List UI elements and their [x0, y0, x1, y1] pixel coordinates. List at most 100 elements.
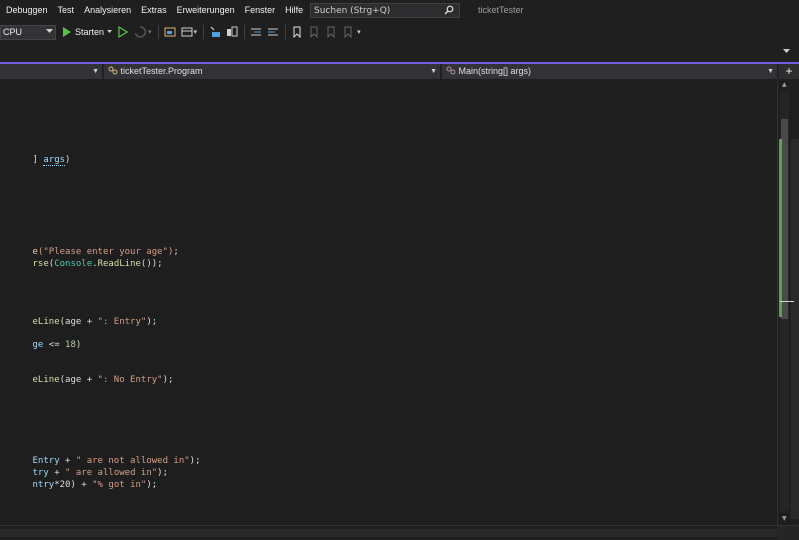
menu-help[interactable]: Hilfe	[280, 0, 308, 21]
code-line: e("Please enter your age");	[0, 234, 179, 257]
toolbar-separator	[244, 25, 246, 39]
class-name: ticketTester.Program	[120, 66, 203, 76]
code-token: Console	[54, 259, 93, 269]
code-token: *20) +	[54, 480, 93, 490]
code-token: ]	[32, 155, 44, 165]
toolbar-overflow-icon[interactable]: ▾	[357, 28, 361, 36]
code-editor[interactable]: ] args) e("Please enter your age"); rse(…	[0, 79, 777, 525]
next-bookmark-icon[interactable]	[325, 26, 337, 38]
split-editor-button[interactable]: +	[779, 64, 799, 79]
code-token: ReadLine	[97, 259, 141, 269]
uncomment-lines-icon[interactable]	[267, 26, 279, 38]
chevron-down-icon	[46, 28, 53, 33]
chevron-down-icon: ▼	[92, 68, 99, 75]
clear-bookmarks-icon[interactable]	[342, 26, 354, 38]
code-token: eLine	[32, 317, 60, 327]
code-token: )	[65, 155, 71, 165]
toolbar-separator	[157, 25, 159, 39]
document-tab-strip	[0, 43, 799, 62]
menu-extensions[interactable]: Erweiterungen	[172, 0, 240, 21]
change-tracking-marker	[779, 139, 782, 317]
scroll-down-icon[interactable]: ▼	[782, 515, 787, 522]
search-icon[interactable]	[444, 5, 454, 15]
navigation-bar: ▼ ticketTester.Program ▼ Main(string[] a…	[0, 64, 799, 79]
scrollbar-track[interactable]	[0, 529, 777, 537]
chevron-down-icon: ▾	[193, 29, 198, 36]
prev-bookmark-icon[interactable]	[308, 26, 320, 38]
code-token: ge	[32, 340, 44, 350]
plus-icon: +	[785, 64, 793, 78]
ide-window: Debuggen Test Analysieren Extras Erweite…	[0, 0, 799, 540]
code-token: ntry	[32, 480, 55, 490]
scroll-up-icon[interactable]: ▲	[782, 81, 787, 88]
scrollbar-map-edge	[791, 139, 799, 519]
code-token: "% got in"	[92, 480, 147, 490]
code-token: );	[157, 468, 169, 478]
menu-window[interactable]: Fenster	[240, 0, 281, 21]
code-token: ;	[173, 247, 179, 257]
hot-reload-icon[interactable]	[134, 26, 147, 38]
chevron-down-icon: ▼	[430, 68, 437, 75]
chevron-down-icon	[107, 30, 113, 33]
code-line: Entry + " are not allowed in");	[0, 443, 201, 466]
tab-list-dropdown-icon[interactable]	[783, 49, 790, 54]
code-line: ge <= 18)	[0, 327, 82, 350]
code-token: <=	[43, 340, 66, 350]
start-button[interactable]: Starten	[62, 24, 113, 40]
menu-analyze[interactable]: Analysieren	[79, 0, 136, 21]
code-token: (age +	[59, 375, 98, 385]
search-input[interactable]: Suchen (Strg+Q)	[310, 3, 460, 18]
bookmark-icon[interactable]	[291, 26, 303, 38]
code-line: eLine(age + ": Entry");	[0, 304, 158, 327]
code-token: args	[43, 155, 66, 166]
class-dropdown[interactable]: ticketTester.Program ▼	[104, 64, 441, 79]
code-line: try + " are allowed in");	[0, 455, 169, 478]
code-token: );	[146, 480, 158, 490]
menu-debug[interactable]: Debuggen	[0, 0, 53, 21]
platform-select[interactable]: CPU	[0, 24, 56, 40]
method-icon	[446, 66, 456, 75]
start-label: Starten	[75, 27, 105, 37]
menu-test[interactable]: Test	[53, 0, 80, 21]
play-icon	[63, 27, 71, 37]
toolbar-separator	[203, 25, 205, 39]
vertical-scrollbar[interactable]: ▲ ▼	[777, 79, 799, 525]
horizontal-scrollbar[interactable]	[0, 525, 799, 540]
code-line: eLine(age + ": No Entry");	[0, 362, 174, 385]
class-icon	[108, 66, 118, 75]
code-line: ] args)	[0, 142, 70, 166]
project-dropdown[interactable]: ▼	[0, 64, 103, 79]
code-token: );	[146, 317, 158, 327]
scrollbar-corner	[777, 526, 799, 540]
code-token: rse	[32, 259, 49, 269]
code-line: ntry*20) + "% got in");	[0, 467, 158, 490]
code-token: (age +	[59, 317, 98, 327]
code-token: )	[75, 340, 82, 350]
code-token: ": Entry"	[97, 317, 147, 327]
chevron-down-icon: ▾	[148, 29, 152, 36]
comment-lines-icon[interactable]	[250, 26, 262, 38]
chevron-down-icon: ▼	[767, 68, 774, 75]
code-token: ": No Entry"	[97, 375, 163, 385]
window-layout-icon[interactable]	[181, 26, 193, 38]
caret-position-marker	[780, 301, 794, 302]
code-token: );	[189, 456, 201, 466]
toolbar: CPU Starten ▾ ▾ ▾	[0, 21, 799, 43]
search-placeholder: Suchen (Strg+Q)	[314, 5, 391, 16]
menu-extras[interactable]: Extras	[136, 0, 172, 21]
code-token: 18	[65, 340, 76, 350]
browser-link-icon[interactable]	[164, 26, 176, 38]
code-token: ());	[140, 259, 163, 269]
member-name: Main(string[] args)	[458, 66, 532, 76]
toolbar-separator	[285, 25, 287, 39]
window-title: ticketTester	[478, 5, 524, 15]
start-without-debugging-icon[interactable]	[117, 26, 129, 38]
step-into-icon[interactable]	[209, 26, 221, 38]
code-line: rse(Console.ReadLine());	[0, 246, 163, 269]
platform-value: CPU	[3, 26, 23, 37]
code-token: );	[162, 375, 174, 385]
member-dropdown[interactable]: Main(string[] args) ▼	[442, 64, 778, 79]
scrollbar-thumb[interactable]	[781, 119, 788, 319]
code-token: eLine	[32, 375, 60, 385]
step-over-icon[interactable]	[226, 26, 238, 38]
